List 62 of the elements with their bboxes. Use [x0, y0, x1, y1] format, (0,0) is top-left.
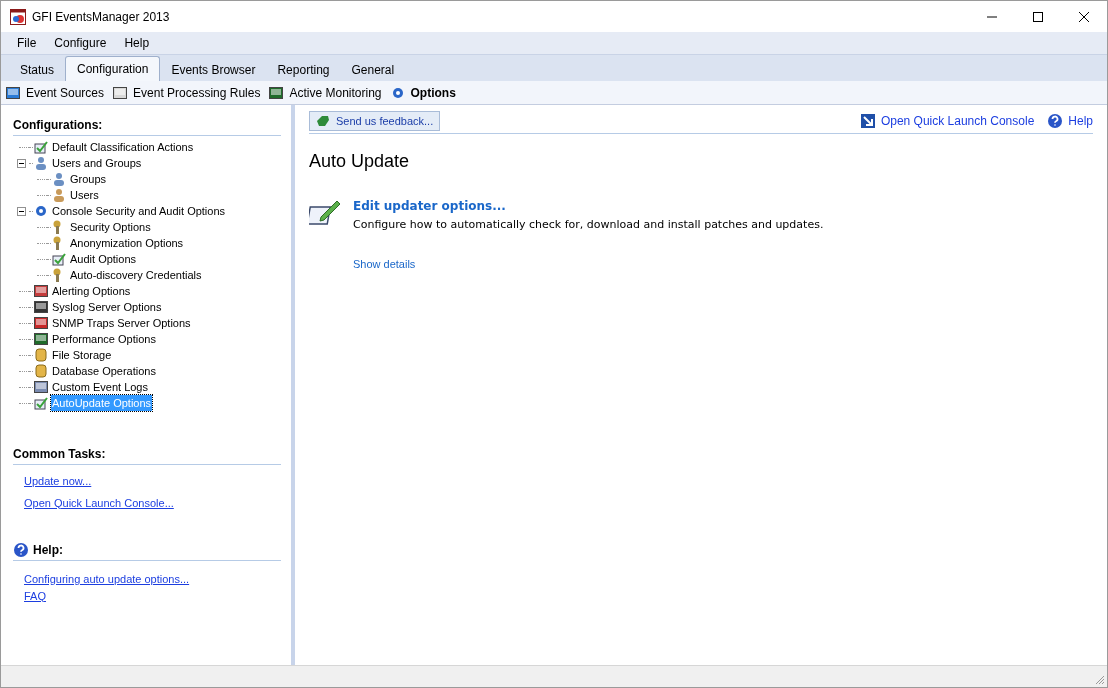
- toolbar-button[interactable]: Event Processing Rules: [112, 83, 261, 102]
- page-title: Auto Update: [309, 150, 410, 173]
- tree-item[interactable]: Custom Event Logs: [51, 379, 149, 395]
- tab[interactable]: General: [340, 58, 406, 81]
- tree-item[interactable]: Performance Options: [51, 331, 157, 347]
- toolbar-button[interactable]: Event Sources: [5, 83, 105, 102]
- help-link[interactable]: Help: [1068, 112, 1093, 130]
- monitor-icon: [268, 84, 285, 101]
- tree-item[interactable]: Users: [69, 187, 100, 203]
- tree-item[interactable]: Default Classification Actions: [51, 139, 195, 155]
- cylinder-icon: [33, 347, 49, 363]
- tree-item[interactable]: File Storage: [51, 347, 113, 363]
- menu-item[interactable]: Configure: [46, 34, 115, 52]
- section-heading: Help:: [33, 542, 63, 559]
- section-heading: Configurations:: [13, 116, 281, 136]
- toolbar-button[interactable]: Options: [389, 83, 456, 102]
- tree-item[interactable]: Console Security and Audit Options: [51, 203, 227, 219]
- users-icon: [33, 155, 49, 171]
- user-icon: [51, 187, 67, 203]
- tree-item[interactable]: Users and Groups: [51, 155, 143, 171]
- tree-item[interactable]: Anonymization Options: [69, 235, 185, 251]
- tree-item[interactable]: SNMP Traps Server Options: [51, 315, 192, 331]
- tree-item[interactable]: Auto-discovery Credentials: [69, 267, 203, 283]
- edit-options-link[interactable]: Edit updater options...: [353, 197, 506, 215]
- menu-item[interactable]: File: [9, 34, 45, 52]
- tree-item[interactable]: Alerting Options: [51, 283, 132, 299]
- checkmark-icon: [33, 395, 49, 411]
- launch-icon: [859, 113, 876, 129]
- cylinder-icon: [33, 363, 49, 379]
- feedback-button[interactable]: Send us feedback...: [309, 111, 441, 131]
- quick-launch-link[interactable]: Open Quick Launch Console: [880, 112, 1035, 130]
- tab[interactable]: Events Browser: [160, 58, 267, 81]
- resize-grip-icon: [1095, 675, 1105, 685]
- tab[interactable]: Reporting: [266, 58, 341, 81]
- monitor-icon: [33, 331, 49, 347]
- collapse-toggle[interactable]: [16, 206, 26, 216]
- menu-item[interactable]: Help: [116, 34, 158, 52]
- tree-item[interactable]: Security Options: [69, 219, 152, 235]
- collapse-toggle[interactable]: [16, 158, 26, 168]
- task-link[interactable]: Update now...: [24, 473, 92, 490]
- help-link[interactable]: Configuring auto update options...: [24, 571, 190, 588]
- users-icon: [51, 171, 67, 187]
- task-link[interactable]: Open Quick Launch Console...: [24, 494, 174, 511]
- tree-item[interactable]: Syslog Server Options: [51, 299, 163, 315]
- close-icon: [1079, 11, 1089, 22]
- toolbar-button[interactable]: Active Monitoring: [268, 83, 382, 102]
- section-heading: Common Tasks:: [13, 445, 281, 465]
- help-icon: [13, 542, 29, 558]
- checkmark-icon: [33, 139, 49, 155]
- window-title: GFI EventsManager 2013: [32, 8, 170, 26]
- tab[interactable]: Status: [9, 58, 66, 81]
- checkmark-icon: [51, 251, 67, 267]
- app-logo-icon: [10, 8, 26, 25]
- tree-item[interactable]: Audit Options: [69, 251, 138, 267]
- tree-item[interactable]: Groups: [69, 171, 108, 187]
- tab[interactable]: Configuration: [65, 56, 161, 81]
- help-icon: [1047, 113, 1064, 129]
- help-link[interactable]: FAQ: [24, 587, 46, 604]
- show-details-link[interactable]: Show details: [353, 255, 416, 272]
- action-description: Configure how to automatically check for, download and install patches and updates.: [353, 217, 824, 233]
- tree-item[interactable]: Database Operations: [51, 363, 157, 379]
- maximize-icon: [1033, 11, 1043, 22]
